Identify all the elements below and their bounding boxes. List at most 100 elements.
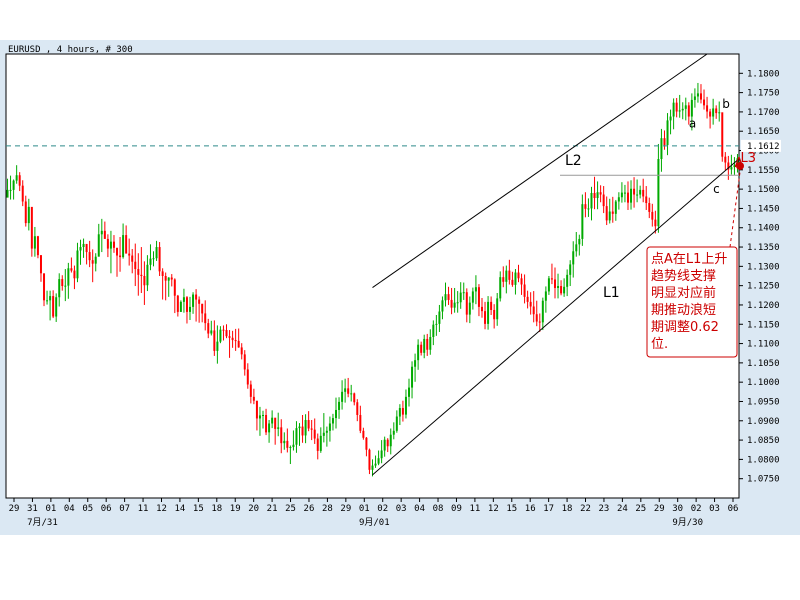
x-tick-label: 06 (728, 504, 739, 514)
trendline-label-l1: L1 (603, 285, 620, 301)
candle-body (55, 297, 58, 317)
candle-body (599, 192, 602, 195)
candle-body (21, 185, 24, 202)
candle-body (344, 388, 347, 392)
candle-body (557, 286, 560, 288)
candle-body (380, 450, 383, 459)
y-tick-label: 1.0900 (747, 417, 780, 427)
candle-body (538, 321, 541, 323)
candle-body (103, 230, 106, 239)
candle-body (620, 192, 623, 198)
x-tick-label: 12 (156, 504, 167, 514)
x-tick-label: 29 (9, 504, 20, 514)
candle-body (292, 444, 295, 448)
candle-body (699, 93, 702, 100)
candle-body (122, 235, 125, 258)
candle-body (657, 159, 660, 227)
candle-body (675, 102, 678, 112)
candle-body (9, 189, 12, 191)
candle-body (596, 192, 599, 199)
candle-body (46, 300, 49, 302)
candle-body (523, 284, 526, 297)
candle-body (97, 234, 100, 257)
candle-body (563, 286, 566, 294)
candle-body (234, 340, 237, 342)
candle-body (633, 188, 636, 195)
candle-body (170, 277, 173, 280)
candle-body (189, 306, 192, 312)
candle-body (262, 414, 265, 416)
candle-body (529, 301, 532, 307)
candle-body (88, 252, 91, 261)
candle-body (70, 268, 73, 271)
x-month-label: 7月/31 (27, 517, 58, 528)
candle-body (502, 277, 505, 282)
candle-body (645, 196, 648, 204)
candle-body (149, 258, 152, 265)
y-tick-label: 1.0950 (747, 397, 780, 407)
candle-body (298, 426, 301, 429)
x-tick-label: 16 (525, 504, 536, 514)
candle-body (185, 297, 188, 312)
candle-body (210, 330, 213, 334)
candle-body (158, 247, 161, 272)
candle-body (584, 204, 587, 209)
y-tick-label: 1.0800 (747, 455, 780, 465)
candle-body (353, 393, 356, 403)
candle-body (429, 337, 432, 350)
candle-body (201, 303, 204, 314)
x-tick-label: 23 (599, 504, 610, 514)
x-tick-label: 20 (248, 504, 259, 514)
candle-body (277, 427, 280, 429)
candle-body (249, 384, 252, 397)
candle-body (286, 440, 289, 448)
candle-body (626, 192, 629, 203)
candle-body (566, 274, 569, 287)
candle-body (499, 277, 502, 299)
candle-body (198, 299, 201, 304)
candle-body (484, 311, 487, 324)
x-tick-label: 03 (709, 504, 720, 514)
candle-body (301, 426, 304, 436)
candle-body (328, 423, 331, 431)
candle-body (511, 279, 514, 285)
candle-body (119, 255, 122, 258)
x-tick-label: 04 (414, 504, 425, 514)
candle-body (517, 272, 520, 279)
annotation-line: 明显对应前 (651, 285, 716, 301)
candle-body (690, 99, 693, 117)
candle-body (602, 194, 605, 207)
x-tick-label: 09 (451, 504, 462, 514)
candle-body (526, 296, 529, 302)
candle-body (85, 243, 88, 253)
candle-body (128, 253, 131, 256)
x-tick-label: 25 (285, 504, 296, 514)
point-a-marker (736, 161, 744, 170)
candle-body (417, 344, 420, 361)
candle-body (426, 338, 429, 350)
candle-body (252, 396, 255, 401)
candle-body (605, 206, 608, 221)
candle-body (64, 285, 67, 287)
y-tick-label: 1.1750 (747, 89, 780, 99)
candle-body (307, 420, 310, 429)
point-label-a: a (689, 116, 696, 130)
y-tick-label: 1.0750 (747, 475, 780, 485)
y-tick-label: 1.1100 (747, 340, 780, 350)
candle-body (411, 366, 414, 388)
candle-body (134, 261, 137, 270)
x-month-label: 9月/30 (672, 517, 703, 528)
candle-body (581, 204, 584, 239)
candle-body (371, 465, 374, 470)
candle-body (325, 430, 328, 433)
candle-body (505, 270, 508, 282)
candle-body (368, 449, 371, 470)
x-tick-label: 01 (45, 504, 56, 514)
candle-body (12, 180, 15, 190)
x-tick-label: 15 (506, 504, 517, 514)
candle-body (27, 206, 30, 224)
candle-body (547, 278, 550, 292)
candle-body (712, 108, 715, 117)
candle-body (222, 329, 225, 331)
candle-body (274, 417, 277, 429)
